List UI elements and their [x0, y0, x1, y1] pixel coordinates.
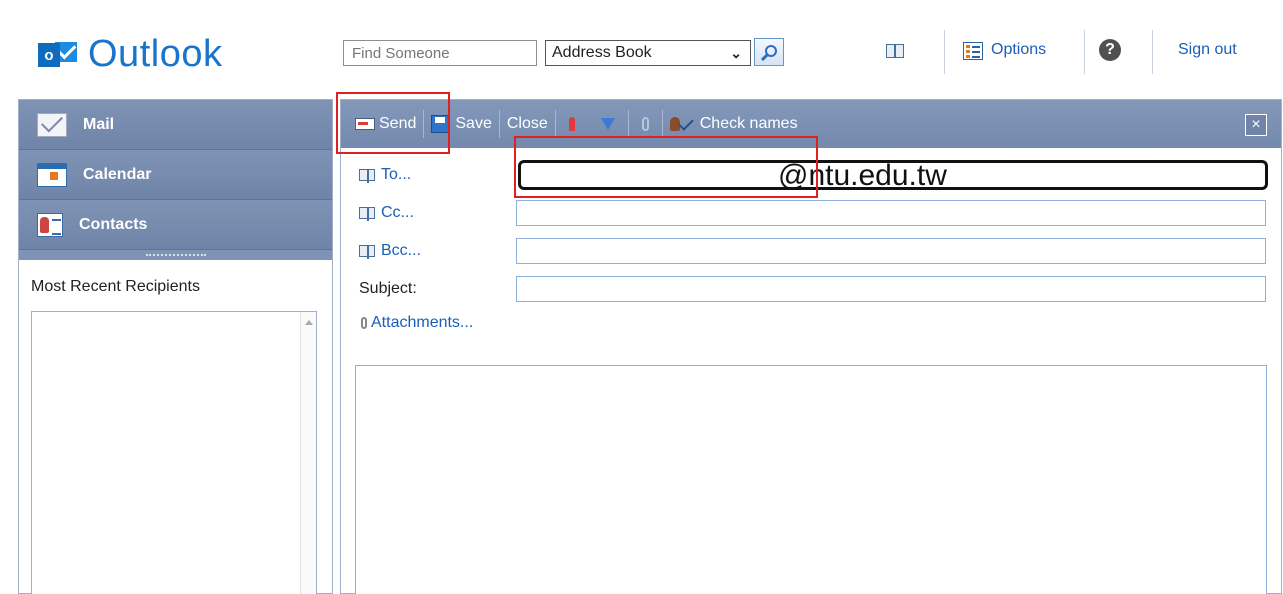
sign-out-link[interactable]: Sign out — [1178, 41, 1237, 59]
search-button[interactable] — [754, 38, 784, 66]
close-label: Close — [506, 115, 548, 132]
nav-resize-grip[interactable] — [19, 250, 332, 260]
address-book-icon — [359, 207, 375, 221]
cc-row: Cc... — [341, 198, 1281, 228]
calendar-icon — [37, 162, 67, 187]
subject-field[interactable] — [516, 276, 1266, 302]
scrollbar[interactable] — [300, 312, 316, 594]
to-value: @ntu.edu.tw — [778, 159, 947, 192]
to-row: To... @ntu.edu.tw — [341, 159, 1281, 192]
nav-item-contacts[interactable]: Contacts — [19, 200, 332, 250]
save-label: Save — [455, 115, 492, 132]
attach-file-button[interactable] — [629, 100, 662, 148]
recent-recipients-list[interactable] — [31, 311, 317, 594]
to-label: To... — [381, 166, 412, 183]
divider — [1152, 30, 1153, 74]
outlook-logo-icon: o — [38, 37, 77, 71]
attachments-label: Attachments... — [371, 314, 474, 331]
save-icon — [431, 115, 450, 133]
most-recent-recipients-label: Most Recent Recipients — [31, 278, 200, 295]
cc-field[interactable] — [516, 200, 1266, 226]
nav-item-label: Calendar — [83, 165, 152, 183]
nav-item-label: Contacts — [79, 215, 148, 233]
compose-toolbar: Send Save Close Check names × — [341, 100, 1281, 148]
send-label: Send — [379, 115, 417, 132]
close-window-button[interactable]: × — [1245, 114, 1267, 136]
high-importance-button[interactable] — [556, 100, 588, 148]
message-body-editor[interactable] — [355, 365, 1267, 594]
paperclip-icon — [641, 117, 649, 131]
cc-label: Cc... — [381, 204, 414, 221]
mail-icon — [37, 112, 67, 137]
low-importance-button[interactable] — [588, 100, 628, 148]
send-icon — [355, 118, 375, 130]
address-book-icon — [359, 245, 375, 259]
check-names-label: Check names — [699, 115, 798, 132]
divider — [944, 30, 945, 74]
address-book-select[interactable]: Address Book ⌄ — [545, 40, 751, 66]
outlook-logo: o Outlook — [38, 30, 222, 78]
search-icon — [764, 44, 777, 57]
outlook-web-app: o Outlook Address Book ⌄ Options ? Sign … — [0, 0, 1283, 594]
cc-button[interactable]: Cc... — [359, 204, 414, 222]
find-someone-input[interactable] — [343, 40, 537, 66]
bcc-label: Bcc... — [381, 242, 422, 259]
divider — [1084, 30, 1085, 74]
chevron-down-icon: ⌄ — [730, 44, 742, 61]
nav-item-calendar[interactable]: Calendar — [19, 150, 332, 200]
low-importance-icon — [600, 118, 615, 130]
navigation-pane: Mail Calendar Contacts Most Recent Recip… — [18, 99, 333, 594]
address-book-selected: Address Book — [552, 44, 652, 61]
help-icon[interactable]: ? — [1099, 39, 1121, 61]
check-names-icon — [669, 115, 692, 133]
contacts-icon — [37, 212, 63, 237]
bcc-row: Bcc... — [341, 236, 1281, 266]
address-book-icon[interactable] — [886, 44, 904, 58]
attachments-link[interactable]: Attachments... — [361, 314, 473, 332]
bcc-button[interactable]: Bcc... — [359, 242, 421, 260]
nav-item-label: Mail — [83, 115, 115, 133]
paperclip-icon — [361, 317, 367, 329]
subject-label: Subject: — [359, 280, 417, 297]
options-icon[interactable] — [963, 42, 983, 60]
save-button[interactable]: Save — [424, 100, 498, 148]
to-button[interactable]: To... — [359, 166, 411, 184]
options-link[interactable]: Options — [991, 41, 1046, 59]
to-field[interactable]: @ntu.edu.tw — [518, 159, 1268, 192]
app-title: Outlook — [88, 32, 223, 75]
subject-row: Subject: — [341, 274, 1281, 304]
compose-pane: Send Save Close Check names × To... @ntu… — [340, 99, 1282, 594]
close-button[interactable]: Close — [500, 100, 555, 148]
check-names-button[interactable]: Check names — [663, 100, 805, 148]
bcc-field[interactable] — [516, 238, 1266, 264]
address-book-icon — [359, 169, 375, 183]
nav-item-mail[interactable]: Mail — [19, 100, 332, 150]
high-importance-icon — [568, 117, 575, 131]
send-button[interactable]: Send — [341, 100, 423, 148]
